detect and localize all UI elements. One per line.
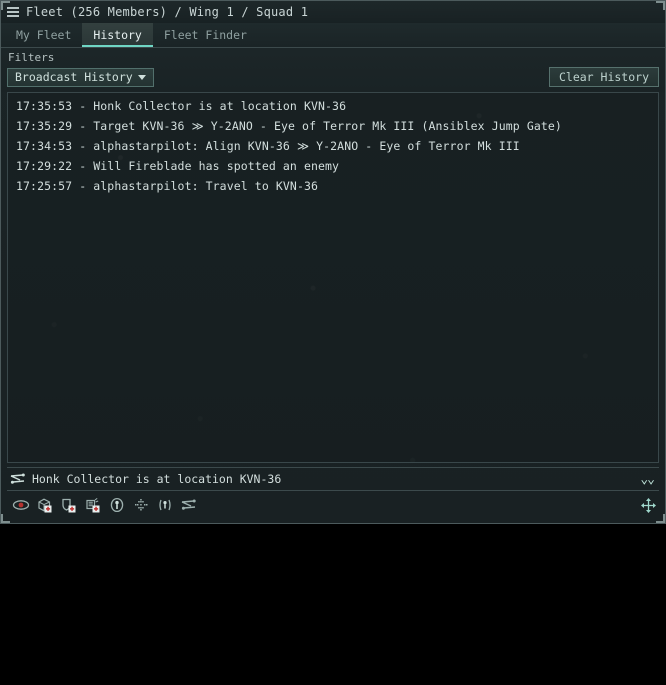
list-item[interactable]: 17:25:57 - alphastarpilot: Travel to KVN… [8, 176, 658, 196]
page-title: Fleet (256 Members) / Wing 1 / Squad 1 [26, 5, 309, 19]
list-item[interactable]: 17:35:29 - Target KVN-36 ≫ Y-2ANO - Eye … [8, 116, 658, 136]
list-item[interactable]: 17:29:22 - Will Fireblade has spotted an… [8, 156, 658, 176]
move-resize-icon[interactable] [639, 496, 657, 514]
align-location-icon [9, 471, 25, 487]
in-position-icon[interactable] [153, 494, 177, 516]
capacitor-repair-icon[interactable] [81, 494, 105, 516]
list-item[interactable]: 17:34:53 - alphastarpilot: Align KVN-36 … [8, 136, 658, 156]
hamburger-icon[interactable] [7, 7, 19, 17]
broadcast-history-dropdown-label: Broadcast History [15, 70, 133, 84]
tab-my-fleet[interactable]: My Fleet [5, 23, 82, 47]
double-chevron-down-icon[interactable]: ⌄⌄ [640, 473, 657, 486]
title-bar[interactable]: Fleet (256 Members) / Wing 1 / Squad 1 [1, 1, 665, 23]
tab-history[interactable]: History [82, 23, 154, 47]
chevron-down-icon [137, 74, 146, 80]
screen: Fleet (256 Members) / Wing 1 / Squad 1 M… [0, 0, 666, 685]
tab-bar: My Fleet History Fleet Finder [1, 23, 665, 48]
align-to-icon[interactable] [177, 494, 201, 516]
filters-bar: Filters Broadcast History Clear History [1, 48, 665, 92]
filters-row: Broadcast History Clear History [7, 67, 659, 87]
filters-label: Filters [8, 51, 55, 64]
target-icon[interactable] [105, 494, 129, 516]
history-log-list[interactable]: 17:35:53 - Honk Collector is at location… [7, 92, 659, 463]
armor-repair-icon[interactable] [33, 494, 57, 516]
hold-position-icon[interactable] [129, 494, 153, 516]
tab-fleet-finder[interactable]: Fleet Finder [153, 23, 258, 47]
fleet-window: Fleet (256 Members) / Wing 1 / Squad 1 M… [0, 0, 666, 524]
broadcast-preview-row[interactable]: Honk Collector is at location KVN-36 ⌄⌄ [7, 467, 659, 491]
broadcast-history-dropdown[interactable]: Broadcast History [7, 67, 154, 87]
clear-history-button[interactable]: Clear History [548, 67, 659, 87]
shield-repair-icon[interactable] [57, 494, 81, 516]
list-item[interactable]: 17:35:53 - Honk Collector is at location… [8, 96, 658, 116]
broadcast-preview-text: Honk Collector is at location KVN-36 [32, 472, 282, 486]
watch-list-icon[interactable] [9, 494, 33, 516]
broadcast-button-bar [7, 491, 659, 519]
